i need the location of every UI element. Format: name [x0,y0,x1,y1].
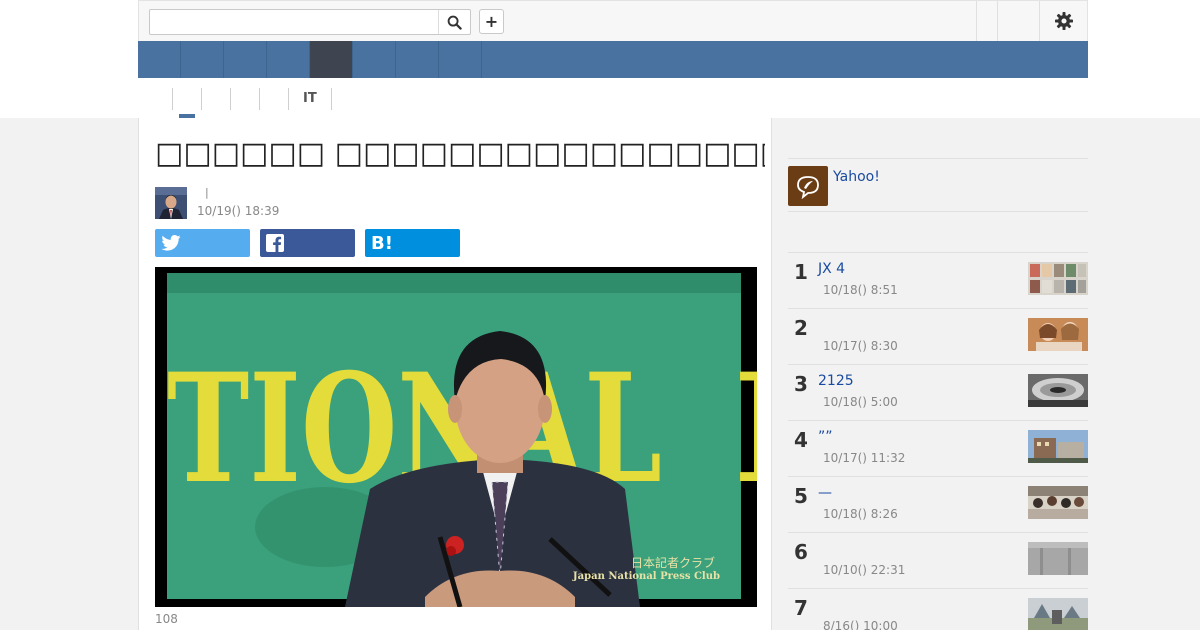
article-title: □□□□□□ □□□□□□□□□□□□□□□□□□□□□□ (□) [155,136,765,171]
ranking-date: 10/10() 22:31 [823,563,906,577]
search-input[interactable] [150,10,438,34]
ranking-number: 1 [794,260,808,284]
ranking-thumbnail [1028,542,1088,575]
watermark-japanese: 日本記者クラブ [631,555,715,570]
nav-item-4[interactable] [267,41,310,78]
nav-item-1[interactable] [138,41,181,78]
author-photo [155,187,187,219]
article-column: □□□□□□ □□□□□□□□□□□□□□□□□□□□□□ (□) | 10/1… [138,118,803,630]
ranking-title[interactable]: JX 4 [818,261,845,277]
ranking-date: 8/16() 10:00 [823,619,898,630]
hatena-bookmark-label: B! [371,232,393,254]
ranking-item-5[interactable]: 5 — 10/18() 8:26 [788,477,1088,533]
facebook-share-button[interactable] [260,229,355,257]
ranking-date: 10/17() 8:30 [823,339,898,353]
ranking-number: 2 [794,316,808,340]
author-separator: | [205,186,209,199]
toolbar-slot-1[interactable] [976,1,997,41]
nav-item-7[interactable] [396,41,439,78]
ranking-item-6[interactable]: 6 10/10() 22:31 [788,533,1088,589]
yahoo-link[interactable]: Yahoo! [833,169,880,185]
ranking-number: 7 [794,596,808,620]
search-button[interactable] [438,10,470,34]
nav-item-2[interactable] [181,41,224,78]
nav-item-8[interactable] [439,41,482,78]
gear-icon [1055,12,1073,30]
category-subnav: IT [172,88,360,118]
ranking-title[interactable]: 2125 [818,373,854,389]
subnav-item-it[interactable]: IT [288,88,331,110]
ranking-title[interactable]: ”” [818,429,833,445]
ranking-number: 5 [794,484,808,508]
video-frame: TIONAL I 日本記者クラブ Japan National Press Cl… [155,267,803,608]
ranking-date: 10/18() 8:26 [823,507,898,521]
search-icon [447,15,462,30]
nav-item-5-active[interactable] [310,41,353,78]
yahoo-creators-icon [788,166,828,206]
subnav-item-2[interactable] [201,88,230,110]
view-count: 108 [155,612,178,626]
twitter-icon [161,235,181,251]
top-toolbar: + [138,0,1088,41]
sidebar: Yahoo! 1 JX 4 10/18() 8:51 2 10/17() 8:3… [772,118,1088,630]
hatena-bookmark-button[interactable]: B! [365,229,460,257]
backdrop-banner-text-right: I [733,341,757,517]
ranking-title[interactable]: — [818,485,832,501]
ranking-item-7[interactable]: 7 8/16() 10:00 [788,589,1088,630]
subnav-item-6[interactable] [330,88,360,110]
subnav-item-1[interactable] [172,88,201,118]
ranking-thumbnail [1028,430,1088,463]
yahoo-promo[interactable]: Yahoo! [788,158,1088,212]
settings-button[interactable] [1039,1,1088,41]
ranking-item-4[interactable]: 4 ”” 10/17() 11:32 [788,421,1088,477]
subnav-item-3[interactable] [230,88,259,110]
video-player[interactable]: TIONAL I 日本記者クラブ Japan National Press Cl… [155,267,803,608]
ranking-item-1[interactable]: 1 JX 4 10/18() 8:51 [788,253,1088,309]
ranking-thumbnail [1028,374,1088,407]
ranking-date: 10/18() 8:51 [823,283,898,297]
toolbar-slot-2[interactable] [997,1,1039,41]
ranking-number: 3 [794,372,808,396]
facebook-icon [266,234,284,252]
ranking-date: 10/17() 11:32 [823,451,906,465]
ranking-date: 10/18() 5:00 [823,395,898,409]
ranking-thumbnail [1028,262,1088,295]
ranking-thumbnail [1028,486,1088,519]
ranking-item-2[interactable]: 2 10/17() 8:30 [788,309,1088,365]
ranking-item-3[interactable]: 3 2125 10/18() 5:00 [788,365,1088,421]
article-date: 10/19() 18:39 [197,204,280,218]
author-avatar[interactable] [155,187,187,219]
nav-item-3[interactable] [224,41,267,78]
twitter-share-button[interactable] [155,229,250,257]
nav-item-6[interactable] [353,41,396,78]
ranking-thumbnail [1028,598,1088,630]
ranking-thumbnail [1028,318,1088,351]
watermark-english: Japan National Press Club [572,571,720,582]
subnav-item-4[interactable] [259,88,288,110]
search-box [149,9,471,35]
add-button[interactable]: + [479,9,504,34]
ranking-number: 6 [794,540,808,564]
ranking-number: 4 [794,428,808,452]
main-navigation [138,41,1088,78]
